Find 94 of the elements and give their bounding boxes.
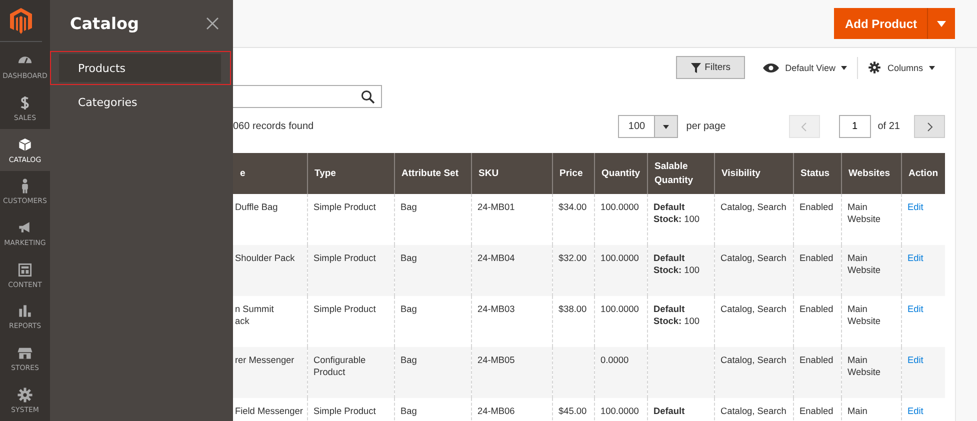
edit-link[interactable]: Edit	[908, 304, 924, 314]
column-header[interactable]: Price	[552, 153, 594, 194]
table-cell: Bag	[400, 202, 417, 212]
logo-icon[interactable]	[10, 8, 32, 34]
table-cell: Configurable Product	[314, 355, 366, 377]
table-cell: $32.00	[558, 253, 587, 263]
column-header[interactable]: Status	[793, 153, 841, 194]
flyout-item[interactable]: Products	[50, 51, 231, 85]
table-cell: Bag	[400, 406, 417, 416]
table-cell: $38.00	[558, 304, 587, 314]
search-icon[interactable]	[361, 90, 375, 104]
nav-icon	[17, 262, 33, 278]
column-header[interactable]: e	[233, 153, 307, 194]
table-cell: Main	[848, 406, 868, 416]
nav-icon	[17, 136, 33, 153]
records-count: 060 records found	[233, 121, 315, 132]
table-cell: Shoulder Pack	[235, 253, 295, 263]
column-header[interactable]: Websites	[841, 153, 901, 194]
column-header[interactable]: Type	[307, 153, 394, 194]
table-cell: Bag	[400, 355, 417, 365]
edit-link[interactable]: Edit	[908, 406, 924, 416]
table-cell: Main Website	[848, 355, 881, 377]
table-cell: Field Messenger	[235, 406, 303, 416]
table-cell: 24-MB01	[478, 202, 515, 212]
table-cell: Simple Product	[314, 406, 376, 416]
table-cell: Enabled	[800, 406, 834, 416]
table-cell: 100.0000	[600, 253, 639, 263]
table-cell: Enabled	[800, 304, 834, 314]
table-cell: Simple Product	[314, 253, 376, 263]
column-header[interactable]: Visibility	[714, 153, 793, 194]
table-cell: rer Messenger	[235, 355, 294, 365]
filters-button[interactable]: Filters	[676, 56, 746, 79]
column-header[interactable]: Quantity	[594, 153, 647, 194]
edit-link[interactable]: Edit	[908, 202, 924, 212]
chevron-left-icon	[801, 122, 808, 132]
table-cell: Catalog, Search	[720, 253, 786, 263]
table-cell: Catalog, Search	[720, 202, 786, 212]
table-cell: Catalog, Search	[720, 406, 786, 416]
column-header[interactable]: SKU	[471, 153, 552, 194]
table-cell: 24-MB06	[478, 406, 515, 416]
per-page-label: per page	[686, 121, 726, 132]
per-page-select[interactable]: 100	[618, 115, 678, 138]
table-cell: n Summit ack	[235, 304, 274, 326]
columns-dropdown[interactable]: Columns	[868, 61, 935, 74]
table-cell: Default Stock: 100	[654, 304, 700, 326]
table-cell: Default Stock: 100	[654, 202, 700, 224]
page-count: of 21	[878, 121, 900, 132]
table-cell: 100.0000	[600, 304, 639, 314]
table-cell: 100.0000	[600, 406, 639, 416]
column-header[interactable]: Action	[901, 153, 945, 194]
add-product-button[interactable]: Add Product	[834, 8, 955, 39]
table-cell: Duffle Bag	[235, 202, 278, 212]
table-cell: Enabled	[800, 253, 834, 263]
table-cell: Catalog, Search	[720, 355, 786, 365]
caret-icon	[929, 66, 935, 70]
table-cell: Bag	[400, 304, 417, 314]
settings-icon	[868, 61, 882, 74]
filter-icon	[690, 62, 701, 72]
close-icon[interactable]	[206, 16, 219, 30]
flyout-title: Catalog	[70, 14, 139, 32]
table-cell: $34.00	[558, 202, 587, 212]
search-field[interactable]	[233, 85, 382, 108]
table-cell: Main Website	[848, 253, 881, 275]
edit-link[interactable]: Edit	[908, 355, 924, 365]
table-cell: 24-MB04	[478, 253, 515, 263]
column-header[interactable]: Attribute Set	[394, 153, 471, 194]
table-cell: 24-MB05	[478, 355, 515, 365]
table-cell: Enabled	[800, 355, 834, 365]
caret-icon	[663, 124, 670, 128]
table-cell: Main Website	[848, 304, 881, 326]
nav-icon	[17, 303, 33, 320]
table-cell: $45.00	[558, 406, 587, 416]
table-cell: Main Website	[848, 202, 881, 224]
page-field[interactable]: 1	[838, 115, 871, 138]
nav-icon	[17, 386, 33, 403]
table-cell: Simple Product	[314, 304, 376, 314]
caret-icon[interactable]	[937, 20, 946, 26]
column-header[interactable]: Salable Quantity	[647, 153, 714, 194]
table-cell: Bag	[400, 253, 417, 263]
table-cell: Enabled	[800, 202, 834, 212]
chevron-right-icon	[926, 122, 932, 132]
edit-link[interactable]: Edit	[908, 253, 924, 263]
table-cell: Catalog, Search	[720, 304, 786, 314]
eye-icon	[763, 62, 780, 72]
table-cell: 0.0000	[600, 355, 629, 365]
view-dropdown[interactable]: Default View	[763, 62, 848, 72]
caret-icon	[841, 66, 848, 70]
nav-icon	[17, 345, 33, 362]
table-cell: 100.0000	[600, 202, 639, 212]
table-cell: Simple Product	[314, 202, 376, 212]
table-cell: Default Stock: 100	[654, 253, 700, 275]
flyout-item[interactable]: Categories	[50, 85, 231, 119]
table-cell: 24-MB03	[478, 304, 515, 314]
table-cell: Default	[654, 406, 685, 416]
